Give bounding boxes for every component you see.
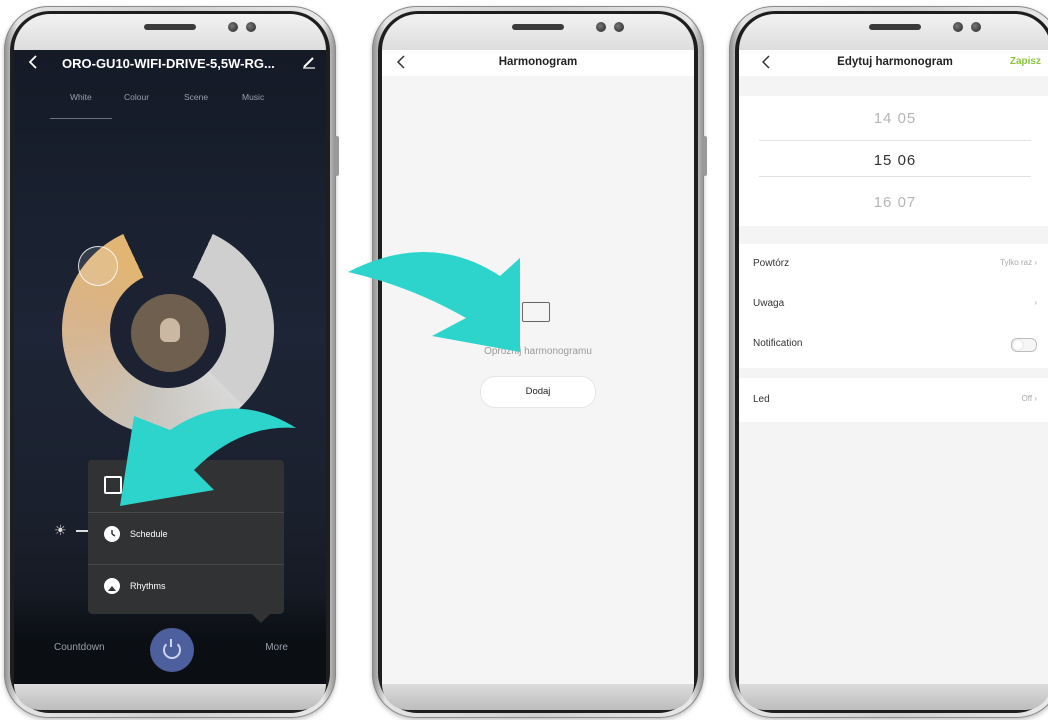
arrow-to-menu [120,408,296,506]
tutorial-arrows [120,251,520,506]
arrow-to-schedule [348,251,520,352]
